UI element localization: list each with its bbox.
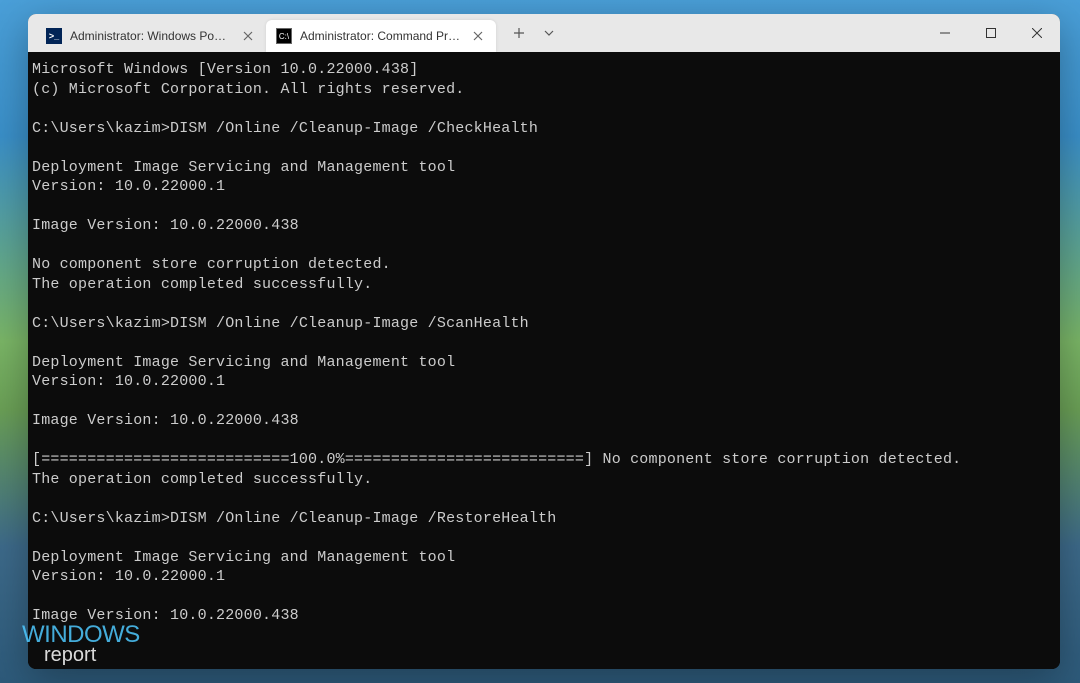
cmd-icon: C:\ [276, 28, 292, 44]
powershell-icon: >_ [46, 28, 62, 44]
tab-powershell[interactable]: >_ Administrator: Windows PowerS [36, 20, 266, 52]
maximize-button[interactable] [968, 14, 1014, 52]
tab-actions [504, 14, 564, 52]
minimize-button[interactable] [922, 14, 968, 52]
tab-title: Administrator: Windows PowerS [70, 29, 232, 43]
close-icon[interactable] [240, 28, 256, 44]
close-button[interactable] [1014, 14, 1060, 52]
titlebar: >_ Administrator: Windows PowerS C:\ Adm… [28, 14, 1060, 52]
close-icon[interactable] [470, 28, 486, 44]
tab-strip: >_ Administrator: Windows PowerS C:\ Adm… [28, 14, 564, 52]
tab-command-prompt[interactable]: C:\ Administrator: Command Promp [266, 20, 496, 52]
terminal-window: >_ Administrator: Windows PowerS C:\ Adm… [28, 14, 1060, 669]
tab-dropdown-button[interactable] [534, 18, 564, 48]
new-tab-button[interactable] [504, 18, 534, 48]
tab-title: Administrator: Command Promp [300, 29, 462, 43]
terminal-output[interactable]: Microsoft Windows [Version 10.0.22000.43… [28, 52, 1060, 669]
window-controls [922, 14, 1060, 52]
